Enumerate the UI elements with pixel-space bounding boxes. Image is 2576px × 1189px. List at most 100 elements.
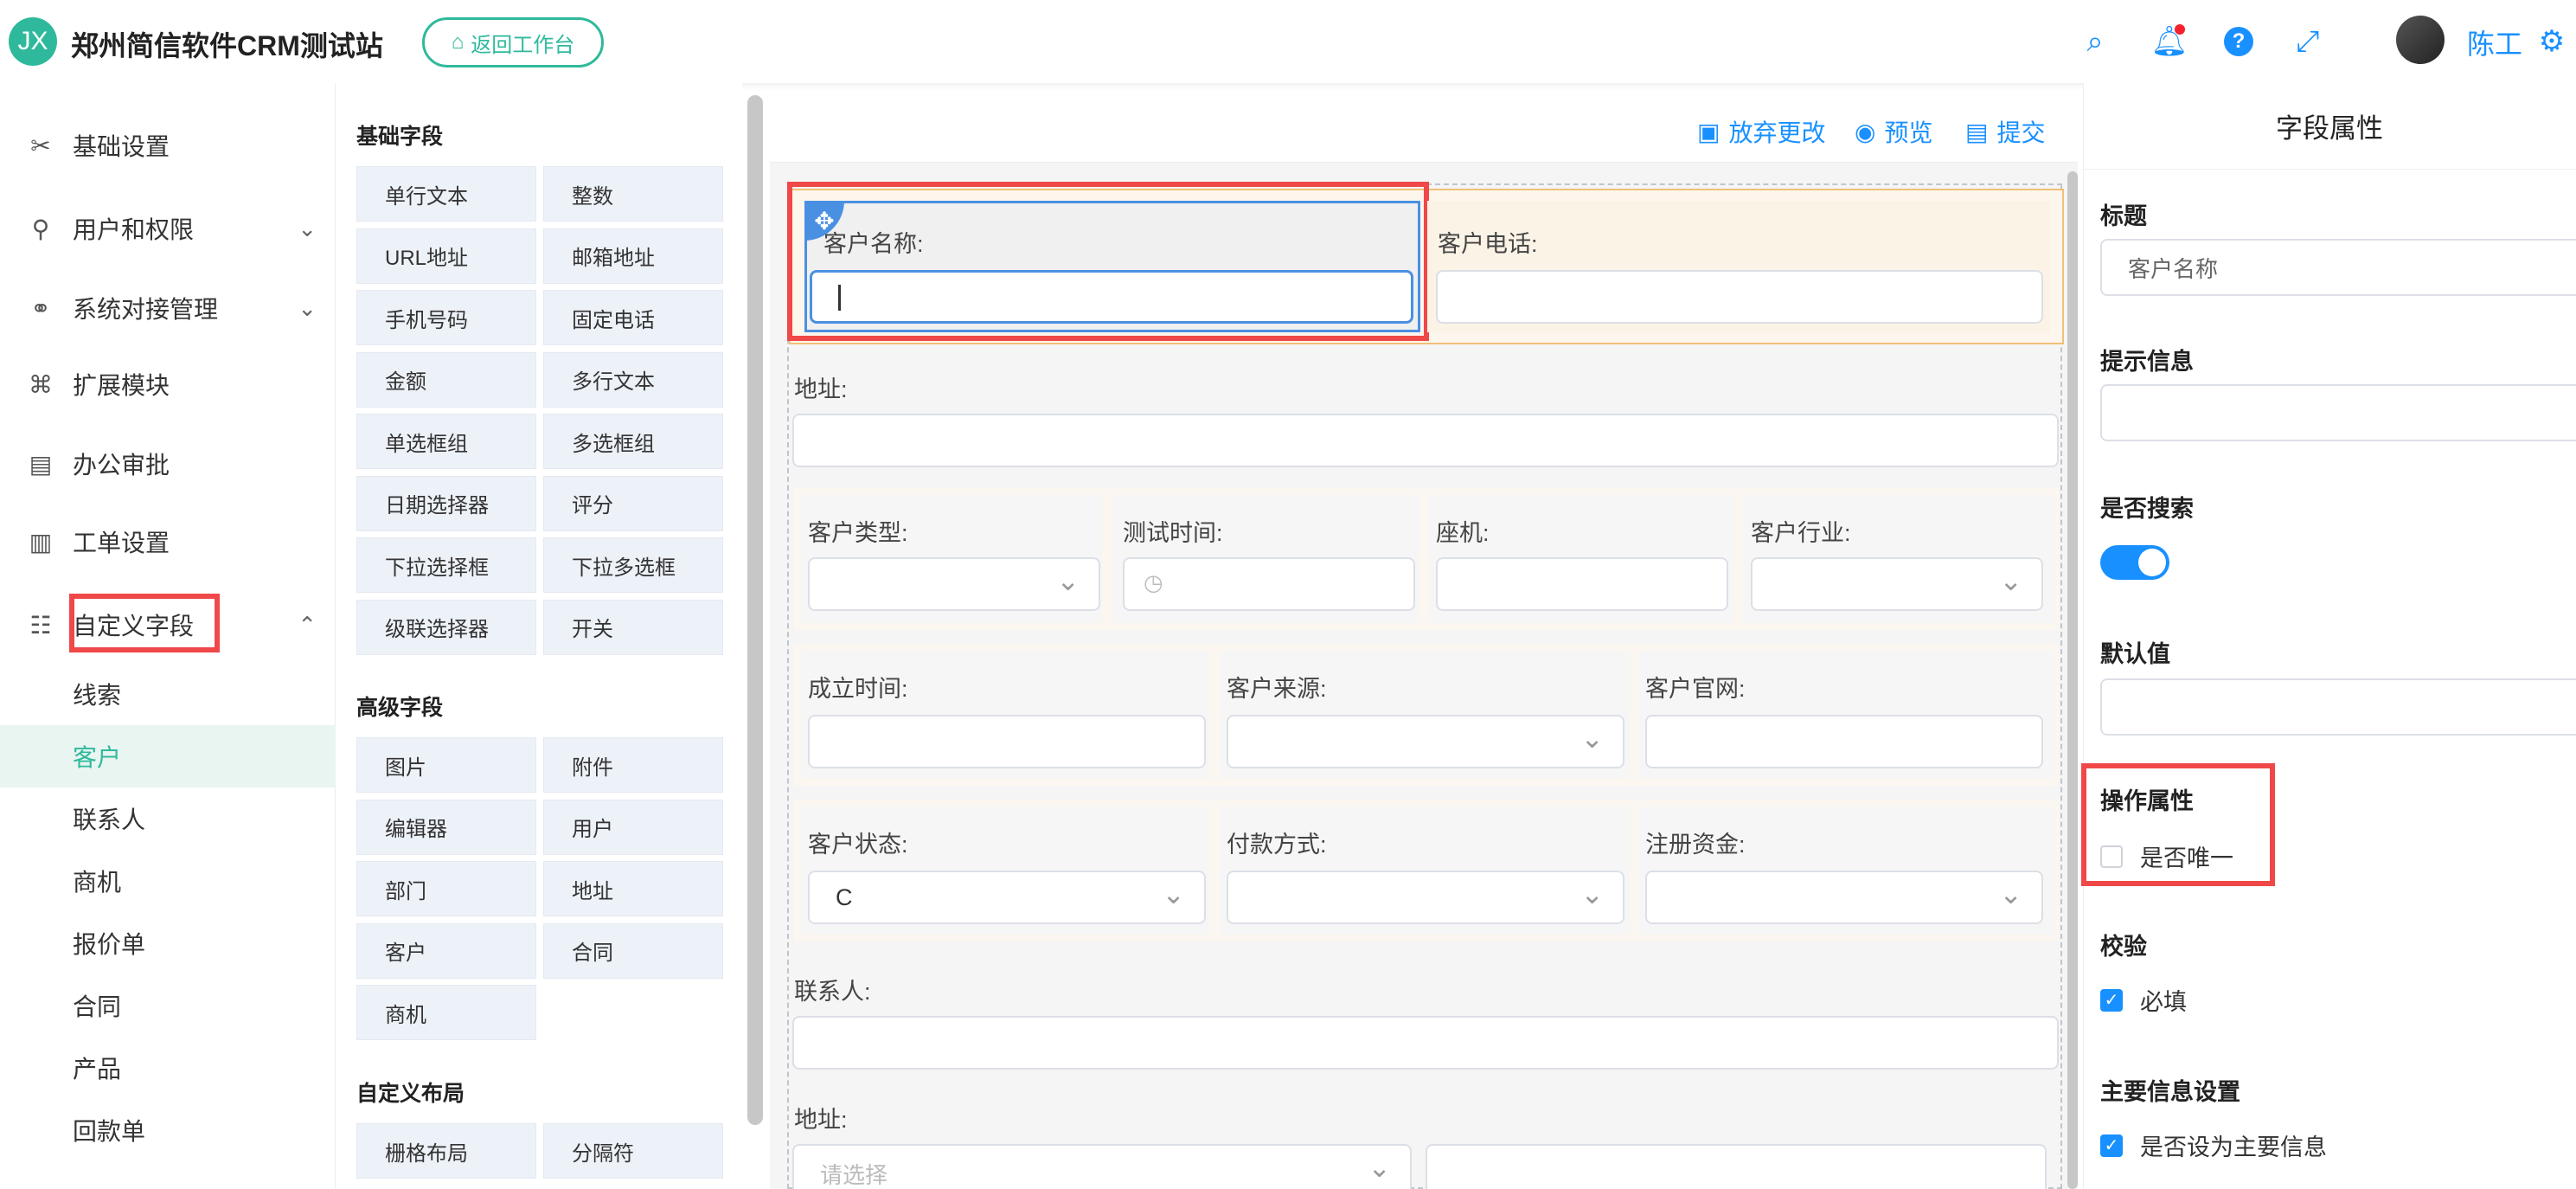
- palette-item[interactable]: 开关: [543, 599, 723, 655]
- required-checkbox[interactable]: ✓: [2100, 988, 2123, 1012]
- palette-item[interactable]: 单选框组: [356, 414, 536, 469]
- highlight-custom-fields: [69, 594, 220, 652]
- palette-item[interactable]: 用户: [543, 799, 723, 855]
- palette-item[interactable]: 整数: [543, 166, 723, 222]
- validate-title: 校验: [2100, 934, 2147, 960]
- nav-sub-item[interactable]: 产品: [0, 1037, 336, 1099]
- nav-label: 办公审批: [73, 452, 170, 479]
- command-icon: ⌘: [29, 370, 53, 398]
- test-time-picker[interactable]: ◷: [1123, 557, 1415, 611]
- palette-item[interactable]: 下拉选择框: [356, 537, 536, 593]
- palette-scrollbar[interactable]: [747, 95, 763, 1125]
- main-info-label: 是否设为主要信息: [2140, 1134, 2327, 1160]
- palette-item[interactable]: 附件: [543, 737, 723, 793]
- address-input[interactable]: [792, 414, 2059, 467]
- nav-sub-item[interactable]: 合同: [0, 974, 336, 1037]
- preview-button[interactable]: ◉ 预览: [1855, 114, 1932, 149]
- default-title: 默认值: [2100, 641, 2170, 667]
- required-checkbox-row[interactable]: ✓ 必填: [2100, 983, 2187, 1017]
- palette-item[interactable]: 下拉多选框: [543, 537, 723, 593]
- palette-item[interactable]: URL地址: [356, 228, 536, 284]
- nav-item-ticket-settings[interactable]: ▥ 工单设置: [0, 505, 336, 578]
- website-input[interactable]: [1645, 715, 2043, 768]
- hint-input[interactable]: [2100, 384, 2576, 441]
- palette-item[interactable]: 编辑器: [356, 799, 536, 855]
- contact-input[interactable]: [792, 1016, 2059, 1070]
- customer-type-select[interactable]: [808, 557, 1100, 611]
- nav-sub-item[interactable]: 线索: [0, 663, 336, 725]
- discard-label: 放弃更改: [1728, 119, 1826, 146]
- search-toggle[interactable]: [2100, 545, 2169, 580]
- back-button-label: 返回工作台: [471, 33, 575, 57]
- palette-item[interactable]: 合同: [543, 922, 723, 979]
- basic-fields-title: 基础字段: [356, 125, 444, 149]
- nav-sub-item-active[interactable]: 客户: [0, 725, 336, 787]
- toggle-knob: [2138, 549, 2166, 576]
- palette-item[interactable]: 图片: [356, 737, 536, 793]
- palette-item[interactable]: 多行文本: [543, 351, 723, 408]
- nav-sub-item[interactable]: 报价单: [0, 912, 336, 974]
- help-icon[interactable]: ?: [2218, 21, 2259, 62]
- palette-item[interactable]: 地址: [543, 861, 723, 916]
- capital-label: 注册资金:: [1645, 832, 1746, 858]
- landline-input[interactable]: [1436, 557, 1728, 611]
- discard-icon: ▣: [1697, 118, 1721, 145]
- layout-fields-title: 自定义布局: [356, 1082, 465, 1106]
- home-icon: ⌂: [451, 30, 465, 54]
- default-value-input[interactable]: [2100, 678, 2576, 736]
- customer-phone-input[interactable]: [1436, 270, 2043, 324]
- palette-item[interactable]: 部门: [356, 861, 536, 916]
- avatar[interactable]: [2396, 16, 2445, 64]
- palette-item[interactable]: 多选框组: [543, 414, 723, 469]
- submit-button[interactable]: ▤ 提交: [1965, 114, 2045, 149]
- capital-select[interactable]: [1645, 871, 2043, 924]
- palette-item[interactable]: 金额: [356, 351, 536, 408]
- palette-item[interactable]: 栅格布局: [356, 1123, 536, 1179]
- palette-item[interactable]: 级联选择器: [356, 599, 536, 655]
- discard-changes-button[interactable]: ▣ 放弃更改: [1697, 114, 1825, 149]
- landline-label: 座机:: [1436, 520, 1490, 546]
- website-label: 客户官网:: [1645, 676, 1746, 702]
- nav-label: 用户和权限: [73, 216, 195, 243]
- field-title-input[interactable]: 客户名称: [2100, 239, 2576, 296]
- fullscreen-icon[interactable]: ⤢: [2287, 21, 2329, 62]
- status-select[interactable]: C: [808, 871, 1206, 924]
- nav-item-basic-settings[interactable]: ✂ 基础设置: [0, 109, 336, 182]
- nav-sub-item[interactable]: 回款单: [0, 1099, 336, 1161]
- palette-item[interactable]: 商机: [356, 985, 536, 1040]
- nav-label: 基础设置: [73, 133, 170, 160]
- address2-select[interactable]: 请选择: [792, 1144, 1412, 1189]
- search-icon[interactable]: ⌕: [2074, 21, 2116, 62]
- nav-item-system-integration[interactable]: ⚭ 系统对接管理 ⌄: [0, 272, 336, 344]
- main-info-checkbox-row[interactable]: ✓ 是否设为主要信息: [2100, 1128, 2327, 1162]
- palette-item[interactable]: 固定电话: [543, 290, 723, 345]
- payment-select[interactable]: [1227, 871, 1624, 924]
- founded-input[interactable]: [808, 715, 1206, 768]
- address2-detail-input[interactable]: [1426, 1144, 2047, 1189]
- customer-phone-label: 客户电话:: [1438, 231, 1538, 257]
- canvas-scrollbar[interactable]: [2067, 171, 2078, 1189]
- bell-icon[interactable]: 🔔︎: [2149, 21, 2190, 62]
- nav-sub-item[interactable]: 商机: [0, 850, 336, 912]
- palette-item[interactable]: 手机号码: [356, 290, 536, 345]
- nav-label: 扩展模块: [73, 372, 170, 399]
- palette-item[interactable]: 单行文本: [356, 166, 536, 222]
- gear-icon[interactable]: ⚙: [2534, 21, 2569, 62]
- palette-item[interactable]: 邮箱地址: [543, 228, 723, 284]
- main-info-checkbox[interactable]: ✓: [2100, 1134, 2123, 1157]
- source-select[interactable]: [1227, 715, 1624, 768]
- nav-item-extensions[interactable]: ⌘ 扩展模块: [0, 348, 336, 421]
- palette-item[interactable]: 日期选择器: [356, 475, 536, 531]
- palette-item[interactable]: 评分: [543, 475, 723, 531]
- palette-item[interactable]: 分隔符: [543, 1123, 723, 1179]
- nav-item-office-approval[interactable]: ▤ 办公审批: [0, 427, 336, 500]
- industry-label: 客户行业:: [1751, 520, 1851, 546]
- status-label: 客户状态:: [808, 832, 908, 858]
- back-to-workbench-button[interactable]: ⌂ 返回工作台: [422, 17, 604, 67]
- nav-label: 工单设置: [73, 530, 170, 556]
- user-name[interactable]: 陈工: [2467, 22, 2522, 62]
- palette-item[interactable]: 客户: [356, 922, 536, 979]
- nav-item-users-permissions[interactable]: ⚲ 用户和权限 ⌄: [0, 192, 336, 265]
- industry-select[interactable]: [1751, 557, 2043, 611]
- nav-sub-item[interactable]: 联系人: [0, 787, 336, 850]
